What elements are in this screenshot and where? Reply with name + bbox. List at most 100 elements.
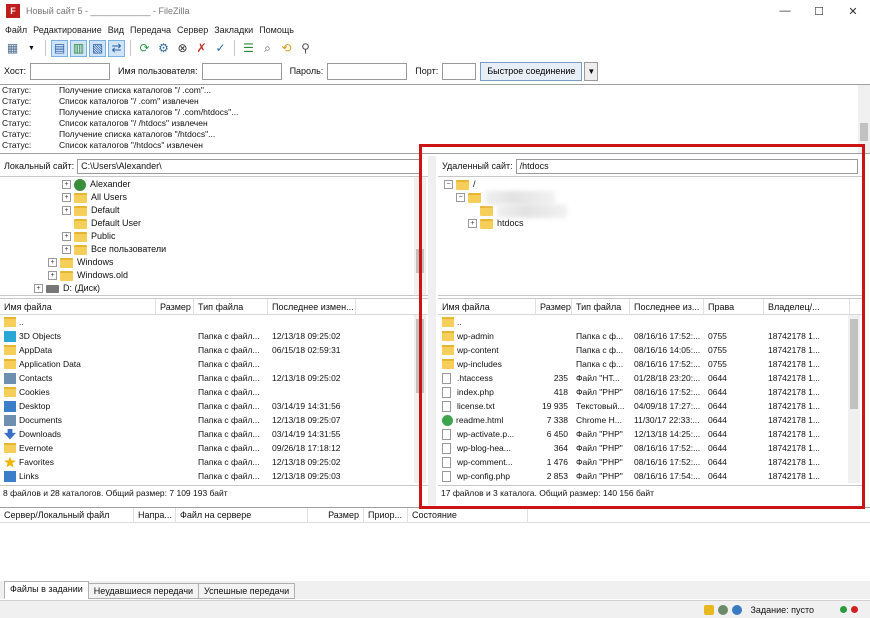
file-row[interactable]: Cookies Папка с файл... xyxy=(0,385,428,399)
local-tree-node[interactable]: + All Users xyxy=(0,191,428,204)
site-manager-icon[interactable]: ▦ xyxy=(4,40,21,57)
file-row[interactable]: Documents Папка с файл... 12/13/18 09:25:0… xyxy=(0,413,428,427)
local-col-type[interactable]: Тип файла xyxy=(194,299,268,314)
expand-icon[interactable] xyxy=(468,206,477,215)
file-row[interactable]: Evernote Папка с файл... 09/26/18 17:18:12 xyxy=(0,441,428,455)
local-files-scrollbar[interactable] xyxy=(414,315,426,483)
search-icon[interactable]: ⌕ xyxy=(259,40,276,57)
file-row[interactable]: .. xyxy=(438,315,862,329)
file-row[interactable]: Downloads Папка с файл... 03/14/19 14:31:5… xyxy=(0,427,428,441)
remote-col-size[interactable]: Размер xyxy=(536,299,572,314)
expand-icon[interactable]: + xyxy=(48,258,57,267)
expand-icon[interactable]: + xyxy=(468,219,477,228)
local-col-size[interactable]: Размер xyxy=(156,299,194,314)
file-row[interactable]: wp-admin Папка с ф... 08/16/16 17:52:... 07… xyxy=(438,329,862,343)
menu-help[interactable]: Помощь xyxy=(256,25,297,35)
queue-col-remote-file[interactable]: Файл на сервере xyxy=(176,508,308,522)
local-col-modified[interactable]: Последнее измен... xyxy=(268,299,356,314)
toggle-log-icon[interactable]: ▤ xyxy=(51,39,68,57)
remote-files-scrollbar[interactable] xyxy=(848,315,860,483)
queue-col-local-file[interactable]: Сервер/Локальный файл xyxy=(0,508,134,522)
tab-failed-transfers[interactable]: Неудавшиеся передачи xyxy=(87,583,200,599)
queue-col-size[interactable]: Размер xyxy=(308,508,364,522)
file-row[interactable]: wp-comment... 1 476 Файл "PHP" 08/16/16 17:… xyxy=(438,455,862,469)
remote-tree-node[interactable]: − / xyxy=(438,178,862,191)
toggle-local-tree-icon[interactable]: ▥ xyxy=(70,39,87,57)
port-input[interactable] xyxy=(442,62,477,80)
quickconnect-dropdown-icon[interactable]: ▼ xyxy=(584,61,599,81)
remote-tree-node[interactable]: + htdocs xyxy=(438,217,862,230)
filter-icon[interactable]: ☰ xyxy=(240,40,257,57)
remote-col-type[interactable]: Тип файла xyxy=(572,299,630,314)
find-files-icon[interactable]: ⚲ xyxy=(297,40,314,57)
remote-col-name[interactable]: Имя файла xyxy=(438,299,536,314)
cancel-icon[interactable]: ⊗ xyxy=(174,40,191,57)
expand-icon[interactable]: + xyxy=(62,245,71,254)
remote-files-scrollbar-thumb[interactable] xyxy=(850,319,858,409)
local-col-name[interactable]: Имя файла xyxy=(0,299,156,314)
close-button[interactable]: ✕ xyxy=(836,0,870,22)
sync-browse-icon[interactable]: ⟲ xyxy=(278,40,295,57)
file-row[interactable]: index.php 418 Файл "PHP" 08/16/16 17:52:...… xyxy=(438,385,862,399)
queue-col-status[interactable]: Состояние xyxy=(408,508,528,522)
file-row[interactable]: Links Папка с файл... 12/13/18 09:25:03 xyxy=(0,469,428,483)
expand-icon[interactable]: + xyxy=(62,232,71,241)
panel-splitter[interactable] xyxy=(428,156,436,506)
queue-col-direction[interactable]: Напра... xyxy=(134,508,176,522)
username-input[interactable] xyxy=(201,62,282,80)
file-row[interactable]: .htaccess 235 Файл "HT... 01/28/18 23:20:..… xyxy=(438,371,862,385)
file-row[interactable]: wp-blog-hea... 364 Файл "PHP" 08/16/16 17:5… xyxy=(438,441,862,455)
minimize-button[interactable]: — xyxy=(768,0,802,22)
expand-icon[interactable]: + xyxy=(48,271,57,280)
local-tree-node[interactable]: + D: (Диск) xyxy=(0,282,428,295)
file-row[interactable]: license.txt 19 935 Текстовый... 04/09/18 17… xyxy=(438,399,862,413)
remote-tree-node[interactable]: − xyxy=(438,190,862,205)
file-row[interactable]: wp-config.php 2 853 Файл "PHP" 08/16/16 17:… xyxy=(438,469,862,483)
tab-queued-files[interactable]: Файлы в задании xyxy=(4,581,89,599)
file-row[interactable]: wp-includes Папка с ф... 08/16/16 17:52:..… xyxy=(438,357,862,371)
expand-icon[interactable]: + xyxy=(62,206,71,215)
refresh-icon[interactable]: ⟳ xyxy=(136,40,153,57)
file-row[interactable]: .. xyxy=(0,315,428,329)
disconnect-icon[interactable]: ✗ xyxy=(193,40,210,57)
menu-bookmarks[interactable]: Закладки xyxy=(211,25,256,35)
toggle-remote-tree-icon[interactable]: ▧ xyxy=(89,39,106,57)
file-row[interactable]: Favorites Папка с файл... 12/13/18 09:25:0… xyxy=(0,455,428,469)
host-input[interactable] xyxy=(30,62,111,80)
file-row[interactable]: wp-activate.p... 6 450 Файл "PHP" 12/13/18 … xyxy=(438,427,862,441)
expand-icon[interactable]: − xyxy=(444,180,453,189)
log-scrollbar[interactable] xyxy=(858,85,870,153)
menu-view[interactable]: Вид xyxy=(105,25,127,35)
remote-path-input[interactable]: /htdocs xyxy=(515,158,858,174)
local-tree-scrollbar[interactable] xyxy=(414,177,426,295)
local-path-input[interactable]: C:\Users\Alexander\ xyxy=(77,158,420,174)
file-row[interactable]: Desktop Папка с файл... 03/14/19 14:31:56 xyxy=(0,399,428,413)
menu-server[interactable]: Сервер xyxy=(174,25,211,35)
maximize-button[interactable]: ☐ xyxy=(802,0,836,22)
local-files-scrollbar-thumb[interactable] xyxy=(416,319,424,393)
password-input[interactable] xyxy=(327,62,408,80)
local-tree-scrollbar-thumb[interactable] xyxy=(416,249,424,273)
menu-transfer[interactable]: Передача xyxy=(127,25,174,35)
log-scrollbar-thumb[interactable] xyxy=(860,123,868,141)
file-row[interactable]: AppData Папка с файл... 06/15/18 02:59:31 xyxy=(0,343,428,357)
toggle-queue-icon[interactable]: ⇄ xyxy=(108,39,125,57)
remote-tree-node[interactable] xyxy=(438,203,862,218)
local-tree-node[interactable]: + Windows xyxy=(0,256,428,269)
file-row[interactable]: Application Data Папка с файл... xyxy=(0,357,428,371)
local-tree-node[interactable]: Default User xyxy=(0,217,428,230)
remote-col-permissions[interactable]: Права xyxy=(704,299,764,314)
quickconnect-button[interactable]: Быстрое соединение xyxy=(480,61,583,81)
file-row[interactable]: wp-content Папка с ф... 08/16/16 14:05:...… xyxy=(438,343,862,357)
local-tree-node[interactable]: + Все пользователи xyxy=(0,243,428,256)
expand-icon[interactable]: + xyxy=(34,284,43,293)
file-row[interactable]: Contacts Папка с файл... 12/13/18 09:25:02 xyxy=(0,371,428,385)
file-row[interactable]: readme.html 7 338 Chrome H... 11/30/17 22:3… xyxy=(438,413,862,427)
local-tree-node[interactable]: + Default xyxy=(0,204,428,217)
remote-col-modified[interactable]: Последнее из... xyxy=(630,299,704,314)
menu-edit[interactable]: Редактирование xyxy=(30,25,105,35)
remote-col-owner[interactable]: Владелец/... xyxy=(764,299,850,314)
file-row[interactable]: 3D Objects Папка с файл... 12/13/18 09:25:… xyxy=(0,329,428,343)
site-manager-dropdown-icon[interactable]: ▼ xyxy=(23,40,40,57)
local-tree-node[interactable]: + Alexander xyxy=(0,178,428,191)
